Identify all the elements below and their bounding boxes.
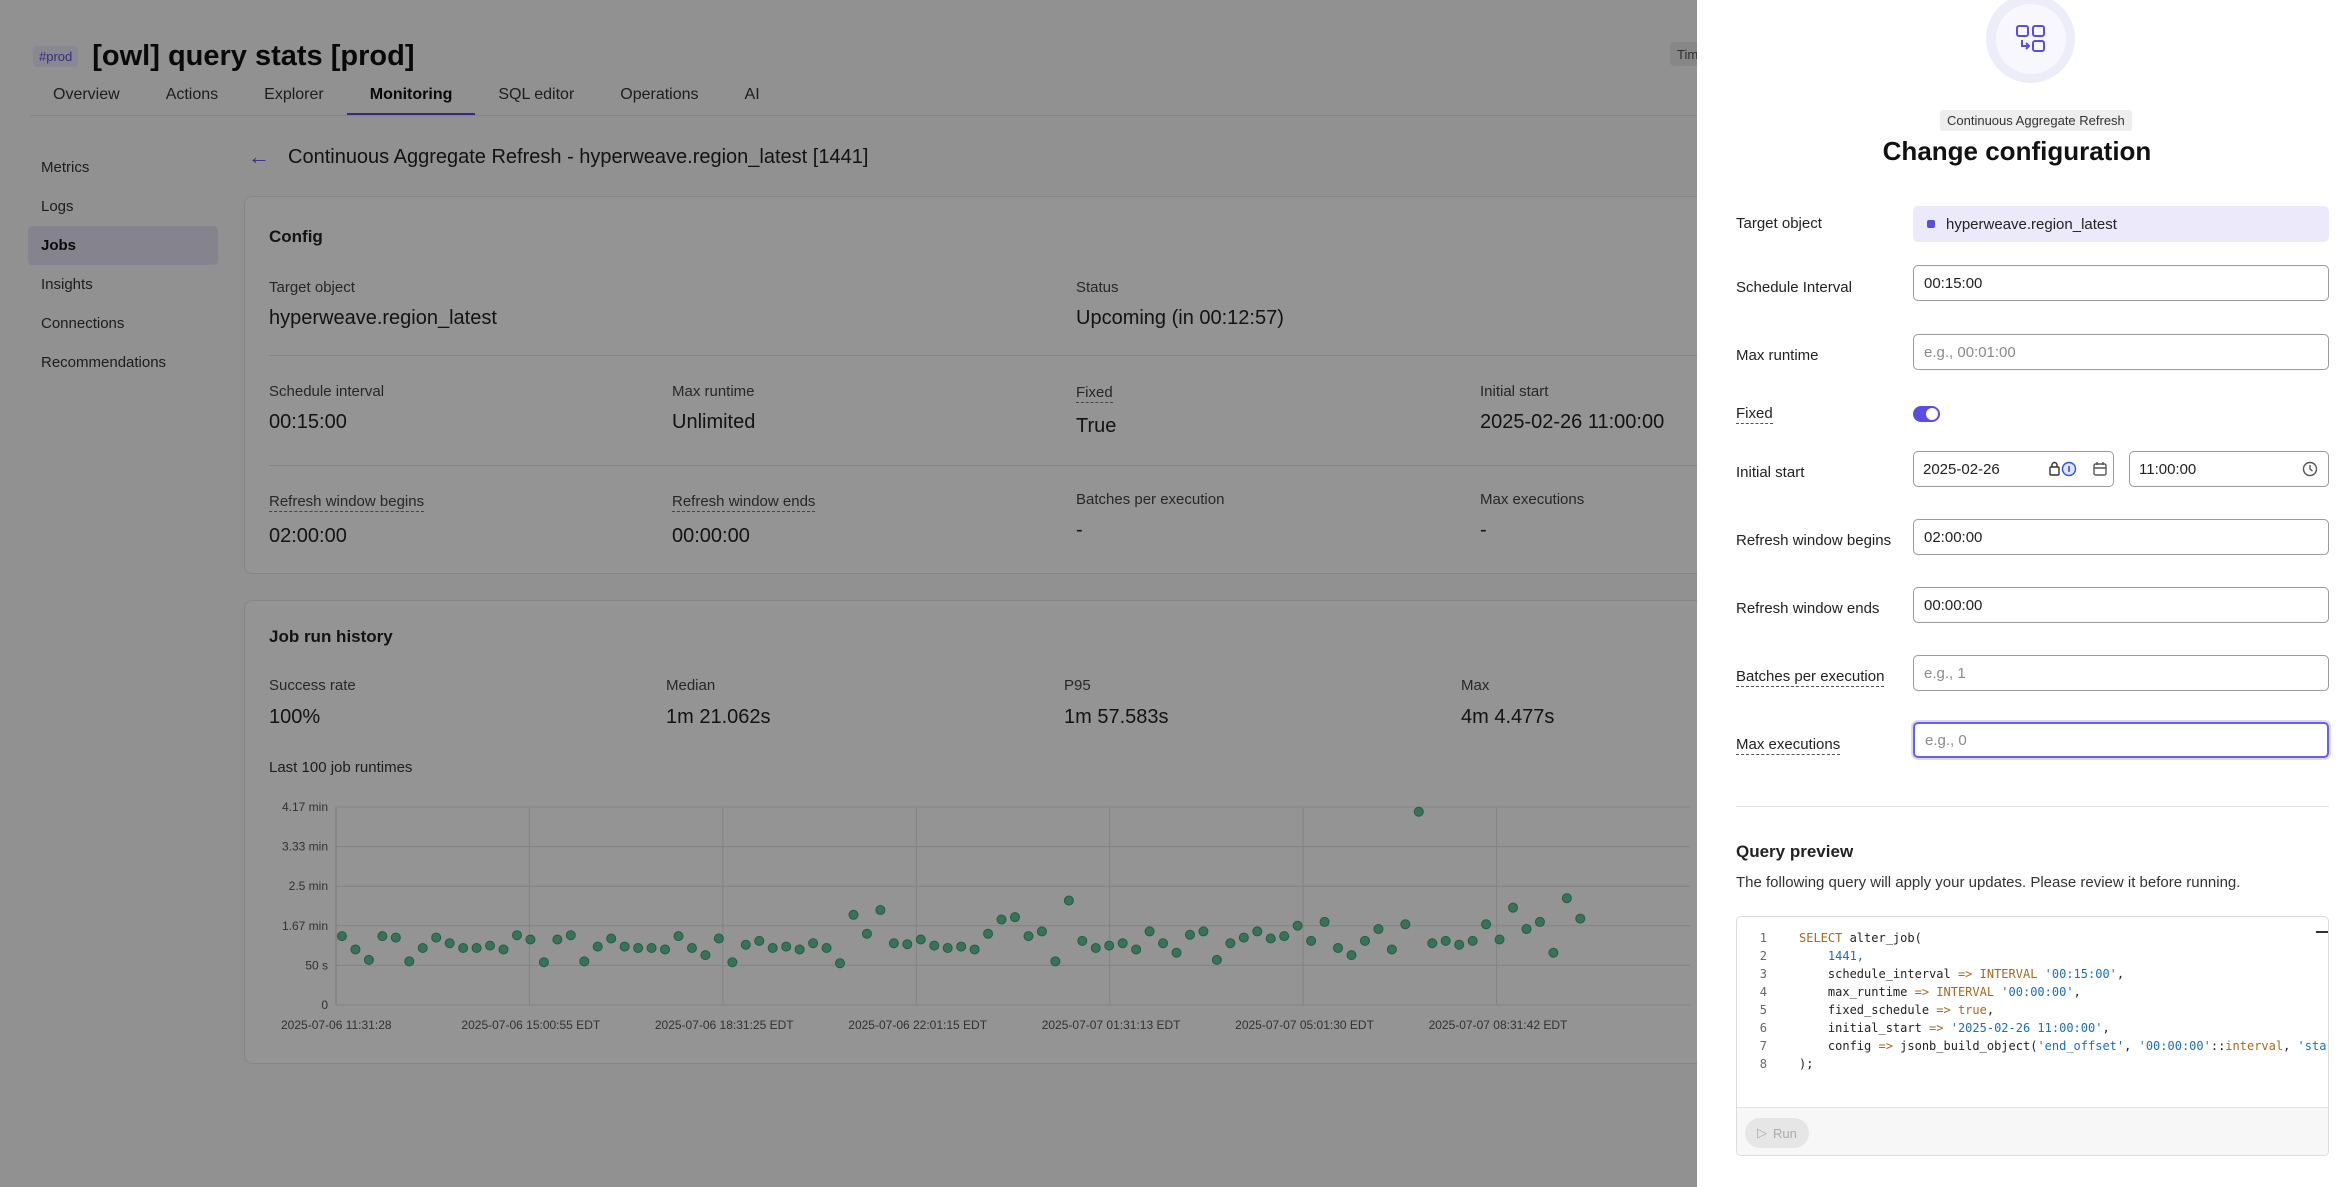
- initial-start-label: Initial start: [1736, 464, 1805, 481]
- drawer-icon-circle: [1986, 0, 2075, 83]
- refresh-window-ends-label: Refresh window ends: [1736, 600, 1880, 617]
- fixed-toggle[interactable]: [1913, 406, 1940, 422]
- code-line: 2 1441,: [1759, 949, 1865, 963]
- target-object-label: Target object: [1736, 215, 1822, 232]
- query-preview-description: The following query will apply your upda…: [1736, 874, 2241, 891]
- max-executions-label: Max executions: [1736, 736, 1841, 755]
- drawer-title: Change configuration: [1882, 136, 2152, 166]
- drawer-badge: Continuous Aggregate Refresh: [1940, 110, 2132, 131]
- table-icon: [1927, 220, 1935, 228]
- refresh-window-begins-label: Refresh window begins: [1736, 532, 1892, 549]
- code-line: 1 SELECT alter_job(: [1759, 931, 1922, 945]
- code-line: 6 initial_start => '2025-02-26 11:00:00'…: [1759, 1021, 2110, 1035]
- refresh-window-begins-input[interactable]: [1913, 519, 2329, 555]
- batches-per-execution-label: Batches per execution: [1736, 668, 1885, 687]
- refresh-window-ends-input[interactable]: [1913, 587, 2329, 623]
- play-icon: ▷: [1757, 1125, 1767, 1140]
- job-config-icon: [2015, 24, 2045, 52]
- editor-footer: ▷ Run: [1737, 1107, 2328, 1155]
- batches-per-execution-input[interactable]: [1913, 655, 2329, 691]
- code-lines: 1 SELECT alter_job( 2 1441, 3 schedule_in…: [1737, 931, 2328, 1075]
- max-executions-input[interactable]: [1913, 722, 2329, 758]
- calendar-icon[interactable]: [2092, 461, 2108, 477]
- schedule-interval-label: Schedule Interval: [1736, 279, 1852, 296]
- run-button[interactable]: ▷ Run: [1745, 1118, 1809, 1148]
- target-object-value: hyperweave.region_latest: [1913, 206, 2329, 242]
- fixed-label: Fixed: [1736, 405, 1773, 424]
- query-preview-editor[interactable]: 1 SELECT alter_job( 2 1441, 3 schedule_in…: [1736, 916, 2329, 1156]
- code-line: 3 schedule_interval => INTERVAL '00:15:0…: [1759, 967, 2125, 981]
- initial-start-date-value: 2025-02-26: [1923, 460, 2000, 478]
- password-manager-icon[interactable]: [2048, 461, 2078, 477]
- max-runtime-label: Max runtime: [1736, 347, 1819, 364]
- initial-start-date-input[interactable]: 2025-02-26: [1913, 451, 2114, 487]
- initial-start-time-value: 11:00:00: [2139, 460, 2197, 478]
- change-config-drawer: Continuous Aggregate Refresh Change conf…: [1697, 0, 2350, 1187]
- target-object-text: hyperweave.region_latest: [1946, 215, 2117, 233]
- schedule-interval-input[interactable]: [1913, 265, 2329, 301]
- code-line: 4 max_runtime => INTERVAL '00:00:00',: [1759, 985, 2081, 999]
- code-line: 5 fixed_schedule => true,: [1759, 1003, 1995, 1017]
- code-line: 7 config => jsonb_build_object('end_offs…: [1759, 1039, 2327, 1053]
- clock-icon[interactable]: [2302, 461, 2318, 477]
- initial-start-time-input[interactable]: 11:00:00: [2129, 451, 2329, 487]
- query-preview-title: Query preview: [1736, 842, 1854, 861]
- code-line: 8);: [1759, 1057, 1814, 1071]
- modal-overlay[interactable]: [0, 0, 1697, 1187]
- run-button-label: Run: [1773, 1125, 1797, 1141]
- drawer-divider: [1736, 806, 2329, 807]
- max-runtime-input[interactable]: [1913, 334, 2329, 370]
